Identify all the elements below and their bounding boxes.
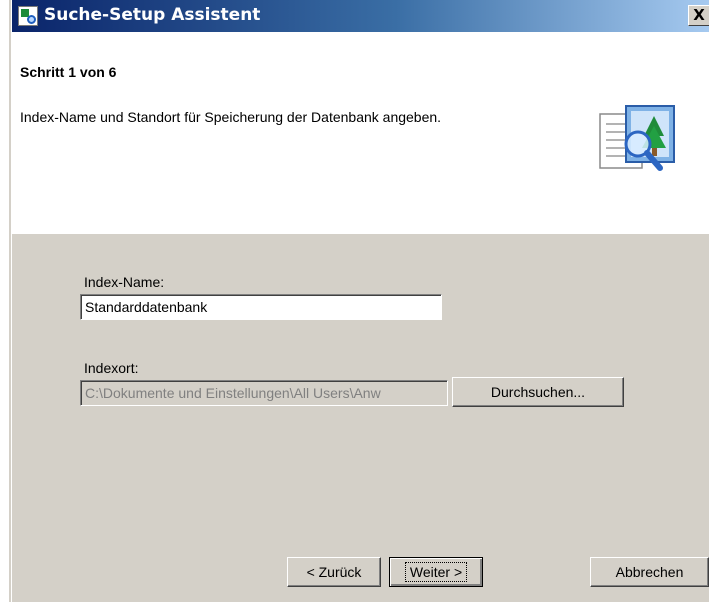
step-title: Schritt 1 von 6 <box>20 64 117 80</box>
title-icon-lens <box>27 15 36 24</box>
window-title: Suche-Setup Assistent <box>44 5 261 25</box>
search-setup-icon <box>18 6 38 26</box>
index-location-label: Indexort: <box>84 360 139 376</box>
back-button[interactable]: < Zurück <box>287 557 381 587</box>
close-button[interactable]: X <box>688 5 709 26</box>
next-button-label: Weiter > <box>404 562 468 582</box>
index-name-label: Index-Name: <box>84 274 165 290</box>
wizard-body: Index-Name: Standarddatenbank Indexort: … <box>12 234 709 602</box>
index-location-input: C:\Dokumente und Einstellungen\All Users… <box>80 380 448 406</box>
search-magnifier-document-icon <box>599 105 675 171</box>
window-frame-left <box>0 0 12 602</box>
wizard-header: Schritt 1 von 6 Index-Name und Standort … <box>12 34 709 234</box>
title-bar[interactable]: Suche-Setup Assistent X <box>12 0 709 34</box>
browse-button[interactable]: Durchsuchen... <box>452 377 624 407</box>
window-border <box>9 0 11 602</box>
next-button[interactable]: Weiter > <box>389 557 483 587</box>
cancel-button[interactable]: Abbrechen <box>590 557 709 587</box>
step-description: Index-Name und Standort für Speicherung … <box>20 109 442 125</box>
index-name-input[interactable]: Standarddatenbank <box>80 294 442 320</box>
